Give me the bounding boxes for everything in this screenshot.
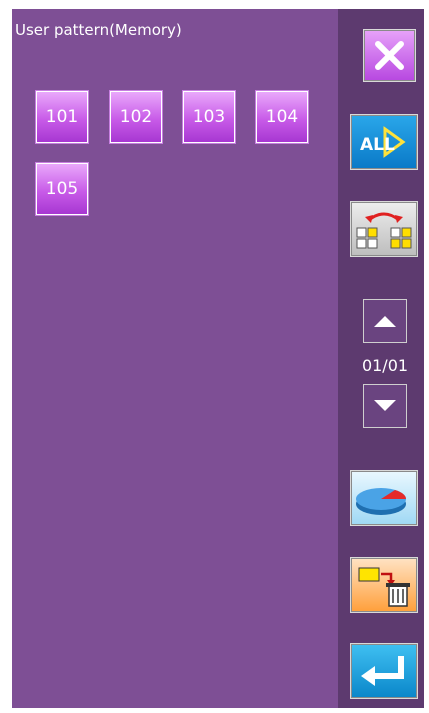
close-icon: [375, 41, 404, 70]
scroll-down-icon: [374, 400, 396, 411]
pattern-button-102[interactable]: 102: [110, 91, 162, 143]
scroll-down-button[interactable]: [363, 384, 407, 428]
pattern-button-101[interactable]: 101: [36, 91, 88, 143]
scroll-up-icon: [374, 316, 396, 327]
pattern-button-103[interactable]: 103: [183, 91, 235, 143]
select-all-button[interactable]: ALL: [350, 114, 418, 170]
copy-delete-icon: [358, 567, 410, 607]
enter-button[interactable]: [350, 643, 418, 699]
select-all-icon: ALL: [360, 126, 406, 158]
enter-icon: [361, 656, 404, 686]
scroll-up-button[interactable]: [363, 299, 407, 343]
all-label: ALL: [360, 135, 395, 155]
swap-button[interactable]: [350, 201, 418, 257]
pattern-button-105[interactable]: 105: [36, 163, 88, 215]
memory-usage-button[interactable]: [350, 470, 418, 526]
page-indicator: 01/01: [361, 356, 409, 375]
swap-icon: [356, 212, 412, 249]
pattern-button-104[interactable]: 104: [256, 91, 308, 143]
page-title: User pattern(Memory): [15, 21, 182, 39]
copy-delete-button[interactable]: [350, 557, 418, 613]
close-button[interactable]: [363, 29, 416, 82]
memory-usage-icon: [356, 488, 406, 515]
